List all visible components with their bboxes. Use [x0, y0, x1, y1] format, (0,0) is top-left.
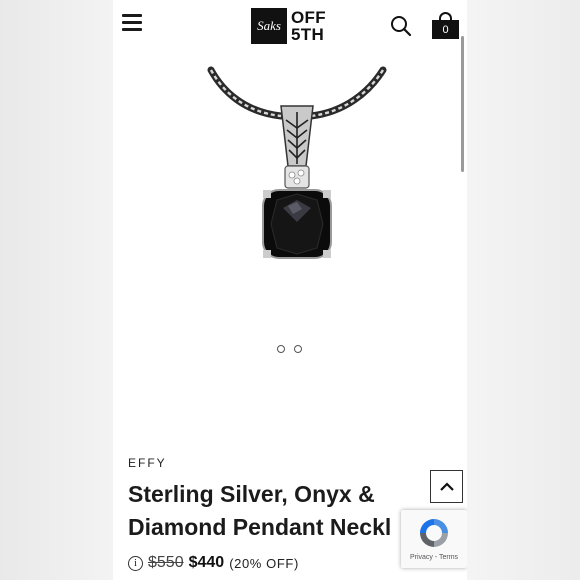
background-right	[467, 0, 580, 580]
recaptcha-links: Privacy - Terms	[401, 554, 467, 561]
search-icon[interactable]	[390, 15, 412, 37]
shopping-bag-icon[interactable]: 0	[432, 12, 459, 39]
product-image[interactable]	[193, 62, 393, 272]
phone-screen: Saks OFF 5TH 0 EFFY Sterling Silver, Ony…	[113, 0, 467, 580]
chevron-up-icon	[439, 481, 454, 491]
carousel-dot-1[interactable]	[277, 345, 285, 353]
original-price: $550	[148, 554, 184, 571]
scrollbar[interactable]	[461, 36, 464, 172]
info-icon[interactable]: i	[128, 555, 143, 571]
menu-icon[interactable]	[122, 14, 142, 32]
back-to-top-button[interactable]	[430, 470, 463, 503]
product-title: Sterling Silver, Onyx & Diamond Pendant …	[128, 478, 428, 544]
recaptcha-terms-link[interactable]: Terms	[439, 554, 458, 561]
product-title-line-2: Diamond Pendant Neckl	[128, 514, 392, 540]
logo-mark: Saks	[251, 8, 287, 44]
discount-label: (20% OFF)	[229, 555, 299, 571]
product-title-line-1: Sterling Silver, Onyx &	[128, 481, 375, 507]
recaptcha-badge[interactable]: Privacy - Terms	[401, 510, 467, 568]
carousel-dots	[277, 345, 302, 353]
product-brand[interactable]: EFFY	[128, 456, 167, 470]
recaptcha-icon	[420, 519, 448, 547]
recaptcha-privacy-link[interactable]: Privacy	[410, 554, 433, 561]
background-left	[0, 0, 113, 580]
price-row: i $550 $440 (20% OFF)	[128, 554, 299, 572]
logo-line-2: 5TH	[291, 25, 325, 44]
logo-wordmark: OFF 5TH	[291, 9, 326, 43]
carousel-dot-2[interactable]	[294, 345, 302, 353]
logo-line-1: OFF	[291, 8, 326, 27]
saks-off-5th-logo[interactable]: Saks OFF 5TH	[251, 7, 326, 45]
sale-price: $440	[188, 554, 225, 571]
cart-count: 0	[432, 20, 459, 39]
